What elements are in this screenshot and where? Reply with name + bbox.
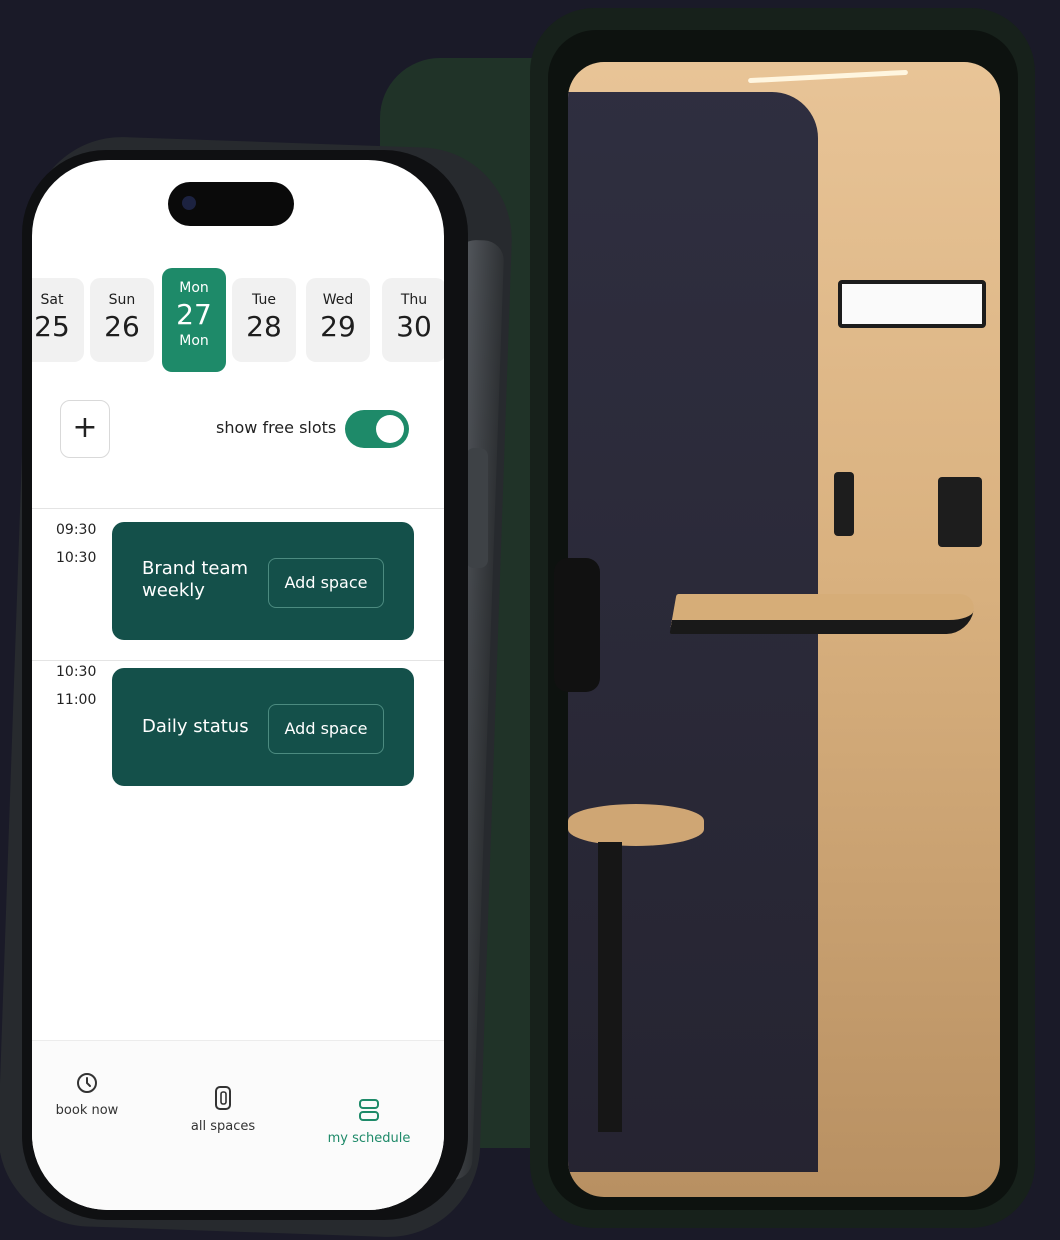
booth-table bbox=[669, 594, 977, 634]
day-name: Wed bbox=[322, 292, 354, 308]
day-name: Sun bbox=[108, 292, 136, 308]
day-name: Sat bbox=[40, 292, 64, 308]
add-space-button[interactable]: Add space bbox=[268, 558, 384, 608]
day-name: Thu bbox=[400, 292, 428, 308]
nav-all-spaces[interactable]: all spaces bbox=[168, 1085, 278, 1134]
wall-panel bbox=[938, 477, 982, 547]
day-sat[interactable]: Sat 25 bbox=[32, 278, 84, 362]
day-tue[interactable]: Tue 28 bbox=[232, 278, 296, 362]
phone-side-button bbox=[466, 448, 488, 568]
day-strip: Sat 25 Sun 26 Mon 27 Mon Tue 28 Wed 29 T… bbox=[32, 268, 444, 376]
booth-interior bbox=[568, 62, 1000, 1197]
dynamic-island bbox=[168, 182, 294, 226]
door-lock bbox=[834, 472, 854, 536]
day-name: Tue bbox=[252, 292, 276, 308]
event-end-time: 10:30 bbox=[56, 550, 97, 566]
bottom-nav: book now all spaces my schedule bbox=[32, 1040, 444, 1210]
day-number: 26 bbox=[104, 310, 140, 343]
phone-booth-icon bbox=[215, 1086, 231, 1110]
day-number: 29 bbox=[320, 310, 356, 343]
schedule-icon bbox=[359, 1099, 379, 1121]
event-start-time: 10:30 bbox=[56, 664, 97, 680]
wall-light bbox=[838, 280, 986, 328]
event-start-time: 09:30 bbox=[56, 522, 97, 538]
nav-label: my schedule bbox=[327, 1131, 411, 1146]
nav-book-now[interactable]: book now bbox=[32, 1071, 142, 1118]
door-handle bbox=[554, 558, 600, 692]
day-number: 27 bbox=[176, 298, 212, 331]
nav-label: book now bbox=[55, 1103, 119, 1118]
divider bbox=[32, 508, 444, 509]
phone-screen: Sat 25 Sun 26 Mon 27 Mon Tue 28 Wed 29 T… bbox=[32, 160, 444, 1210]
stool-leg bbox=[598, 842, 622, 1132]
add-booking-button[interactable]: + bbox=[60, 400, 110, 458]
day-name: Mon bbox=[179, 280, 209, 296]
event-end-time: 11:00 bbox=[56, 692, 97, 708]
toggle-knob bbox=[376, 415, 404, 443]
day-mon-selected[interactable]: Mon 27 Mon bbox=[162, 268, 226, 372]
day-wed[interactable]: Wed 29 bbox=[306, 278, 370, 362]
day-sun[interactable]: Sun 26 bbox=[90, 278, 154, 362]
day-number: 25 bbox=[34, 310, 70, 343]
day-thu[interactable]: Thu 30 bbox=[382, 278, 444, 362]
nav-label: all spaces bbox=[190, 1119, 256, 1134]
free-slots-toggle[interactable] bbox=[345, 410, 409, 448]
camera-icon bbox=[182, 196, 196, 210]
ceiling-light bbox=[747, 69, 909, 84]
day-number: 28 bbox=[246, 310, 282, 343]
day-subname: Mon bbox=[179, 333, 209, 349]
day-number: 30 bbox=[396, 310, 432, 343]
nav-my-schedule[interactable]: my schedule bbox=[314, 1097, 424, 1146]
event-title: Daily status bbox=[142, 716, 249, 737]
event-card[interactable]: Brand team weekly Add space bbox=[112, 522, 414, 640]
add-space-button[interactable]: Add space bbox=[268, 704, 384, 754]
free-slots-label: show free slots bbox=[216, 418, 337, 437]
stool-seat bbox=[568, 804, 704, 846]
divider bbox=[32, 660, 444, 661]
event-title: Brand team weekly bbox=[142, 558, 249, 601]
event-card[interactable]: Daily status Add space bbox=[112, 668, 414, 786]
clock-icon bbox=[77, 1073, 97, 1093]
